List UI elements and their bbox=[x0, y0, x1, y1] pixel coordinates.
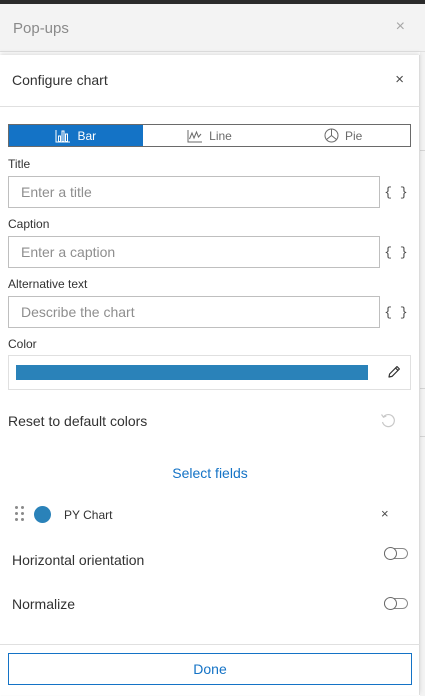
caption-label: Caption bbox=[8, 217, 50, 231]
drag-handle-icon[interactable] bbox=[15, 506, 25, 522]
chart-type-selector: Bar Line Pie bbox=[8, 124, 411, 147]
reset-icon[interactable] bbox=[379, 412, 397, 430]
normalize-toggle[interactable] bbox=[384, 597, 408, 610]
color-label: Color bbox=[8, 337, 37, 351]
chart-type-label: Line bbox=[209, 128, 232, 143]
done-button[interactable]: Done bbox=[8, 653, 412, 685]
reset-colors-label: Reset to default colors bbox=[8, 413, 148, 429]
configure-chart-panel: Configure chart × Bar Line Pie Title Ent… bbox=[0, 55, 420, 695]
field-name: PY Chart bbox=[64, 508, 113, 522]
footer-divider bbox=[0, 644, 420, 645]
chart-type-label: Pie bbox=[345, 128, 363, 143]
color-ramp[interactable] bbox=[16, 365, 368, 380]
edge-divider bbox=[420, 150, 425, 151]
horizontal-orientation-toggle[interactable] bbox=[384, 547, 408, 560]
field-color-swatch[interactable] bbox=[34, 506, 51, 523]
close-button[interactable]: × bbox=[395, 71, 404, 88]
edge-divider bbox=[420, 388, 425, 389]
caption-expression-button[interactable]: { } bbox=[384, 236, 408, 268]
title-input[interactable] bbox=[8, 176, 380, 208]
select-fields-link[interactable]: Select fields bbox=[0, 465, 420, 481]
title-expression-button[interactable]: { } bbox=[384, 176, 408, 208]
panel-header: Configure chart × bbox=[0, 55, 420, 107]
title-label: Title bbox=[8, 157, 31, 171]
pie-chart-icon bbox=[324, 128, 339, 143]
chart-type-label: Bar bbox=[77, 128, 97, 143]
pencil-icon[interactable] bbox=[386, 364, 402, 380]
alt-text-input[interactable] bbox=[8, 296, 380, 328]
remove-field-button[interactable]: × bbox=[381, 506, 389, 521]
chart-type-line[interactable]: Line bbox=[143, 125, 277, 146]
color-picker[interactable] bbox=[8, 355, 411, 390]
alt-text-label: Alternative text bbox=[8, 277, 88, 291]
chart-type-bar[interactable]: Bar bbox=[9, 125, 143, 146]
popups-close-button[interactable]: × bbox=[396, 18, 405, 36]
horizontal-orientation-label: Horizontal orientation bbox=[12, 552, 145, 568]
chart-type-pie[interactable]: Pie bbox=[276, 125, 410, 146]
caption-input[interactable] bbox=[8, 236, 380, 268]
panel-title: Configure chart bbox=[12, 72, 108, 88]
normalize-label: Normalize bbox=[12, 596, 76, 612]
popups-header: Pop-ups × bbox=[0, 4, 425, 52]
popups-title: Pop-ups bbox=[13, 20, 69, 37]
edge-divider bbox=[420, 436, 425, 437]
line-chart-icon bbox=[187, 129, 203, 142]
background-panel-edge bbox=[420, 52, 425, 696]
bar-chart-icon bbox=[55, 129, 71, 142]
alt-text-expression-button[interactable]: { } bbox=[384, 296, 408, 328]
